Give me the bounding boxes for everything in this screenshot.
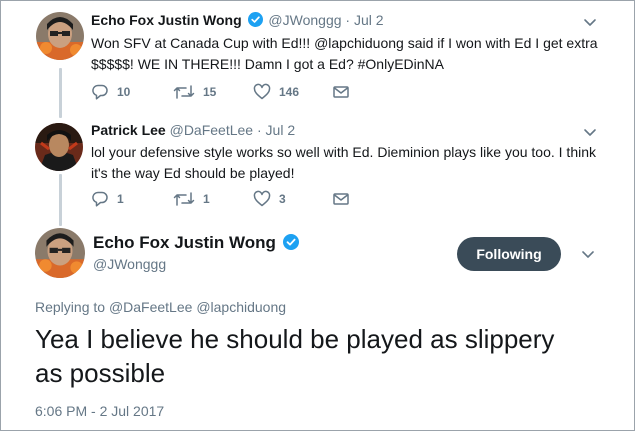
separator-dot: ·: [345, 12, 351, 28]
mention-link[interactable]: @DaFeetLee: [109, 299, 192, 315]
like-icon: [253, 190, 271, 208]
chevron-down-icon[interactable]: [582, 124, 598, 140]
reply-count: 10: [117, 85, 131, 99]
like-button[interactable]: 3: [253, 190, 286, 208]
replying-prefix: Replying to: [35, 299, 106, 315]
direct-message-button[interactable]: [332, 190, 350, 208]
like-count: 3: [279, 192, 286, 206]
tweet-timestamp[interactable]: 6:06 PM - 2 Jul 2017: [35, 403, 164, 419]
tweet-1[interactable]: Echo Fox Justin Wong @JWonggg · Jul 2 Wo…: [0, 0, 633, 110]
tweet-date[interactable]: Jul 2: [354, 12, 384, 28]
tweet-text-line: it's the way Ed should be played!: [91, 165, 295, 181]
tweet-text: Won SFV at Canada Cup with Ed!!! @lapchi…: [91, 33, 611, 75]
tweet-2[interactable]: Patrick Lee @DaFeetLee · Jul 2 lol your …: [0, 110, 633, 220]
like-icon: [253, 83, 271, 101]
retweet-button[interactable]: 1: [173, 190, 210, 208]
tweet-date[interactable]: Jul 2: [266, 122, 296, 138]
message-icon: [332, 190, 350, 208]
retweet-count: 1: [203, 192, 210, 206]
main-user-handle[interactable]: @JWonggg: [93, 256, 166, 272]
like-button[interactable]: 146: [253, 83, 299, 101]
tweet-text-line: lol your defensive style works so well w…: [91, 144, 596, 160]
separator-dot: ·: [256, 122, 262, 138]
retweet-count: 15: [203, 85, 217, 99]
reply-button[interactable]: 10: [91, 83, 130, 101]
tweet-text-line: Won SFV at Canada Cup with Ed!!! @lapchi…: [91, 35, 598, 51]
avatar[interactable]: [35, 228, 85, 278]
display-name[interactable]: Echo Fox Justin Wong: [91, 12, 242, 28]
reply-icon: [91, 83, 109, 101]
avatar[interactable]: [36, 12, 84, 60]
reply-icon: [91, 190, 109, 208]
replying-to: Replying to @DaFeetLee @lapchiduong: [35, 299, 286, 315]
tweet-actions: 1 1 3: [91, 190, 491, 210]
mention-link[interactable]: @lapchiduong: [196, 299, 286, 315]
like-count: 146: [279, 85, 300, 99]
display-name[interactable]: Echo Fox Justin Wong: [93, 233, 276, 252]
verified-badge-icon: [282, 234, 299, 255]
retweet-button[interactable]: 15: [173, 83, 216, 101]
tweet-actions: 10 15 146: [91, 83, 491, 103]
direct-message-button[interactable]: [332, 83, 350, 101]
tweet-header: Patrick Lee @DaFeetLee · Jul 2: [91, 122, 295, 138]
retweet-icon: [173, 190, 195, 208]
user-handle[interactable]: @JWonggg: [268, 12, 341, 28]
main-tweet-text-line: as possible: [35, 358, 166, 388]
chevron-down-icon[interactable]: [580, 246, 596, 262]
main-tweet-text-line: Yea I believe he should be played as sli…: [35, 324, 555, 354]
tweet-text: lol your defensive style works so well w…: [91, 142, 611, 184]
chevron-down-icon[interactable]: [582, 14, 598, 30]
reply-count: 1: [117, 192, 124, 206]
tweet-header: Echo Fox Justin Wong @JWonggg · Jul 2: [91, 12, 384, 30]
main-display-name[interactable]: Echo Fox Justin Wong: [93, 233, 301, 255]
tweet-text-line: $$$$$! WE IN THERE!!! Damn I got a Ed? #…: [91, 56, 445, 72]
display-name[interactable]: Patrick Lee: [91, 122, 166, 138]
user-handle[interactable]: @DaFeetLee: [170, 122, 253, 138]
avatar[interactable]: [35, 123, 83, 171]
following-button[interactable]: Following: [457, 237, 561, 271]
main-tweet-text: Yea I believe he should be played as sli…: [35, 322, 615, 390]
verified-badge-icon: [247, 12, 263, 30]
message-icon: [332, 83, 350, 101]
reply-button[interactable]: 1: [91, 190, 124, 208]
retweet-icon: [173, 83, 195, 101]
